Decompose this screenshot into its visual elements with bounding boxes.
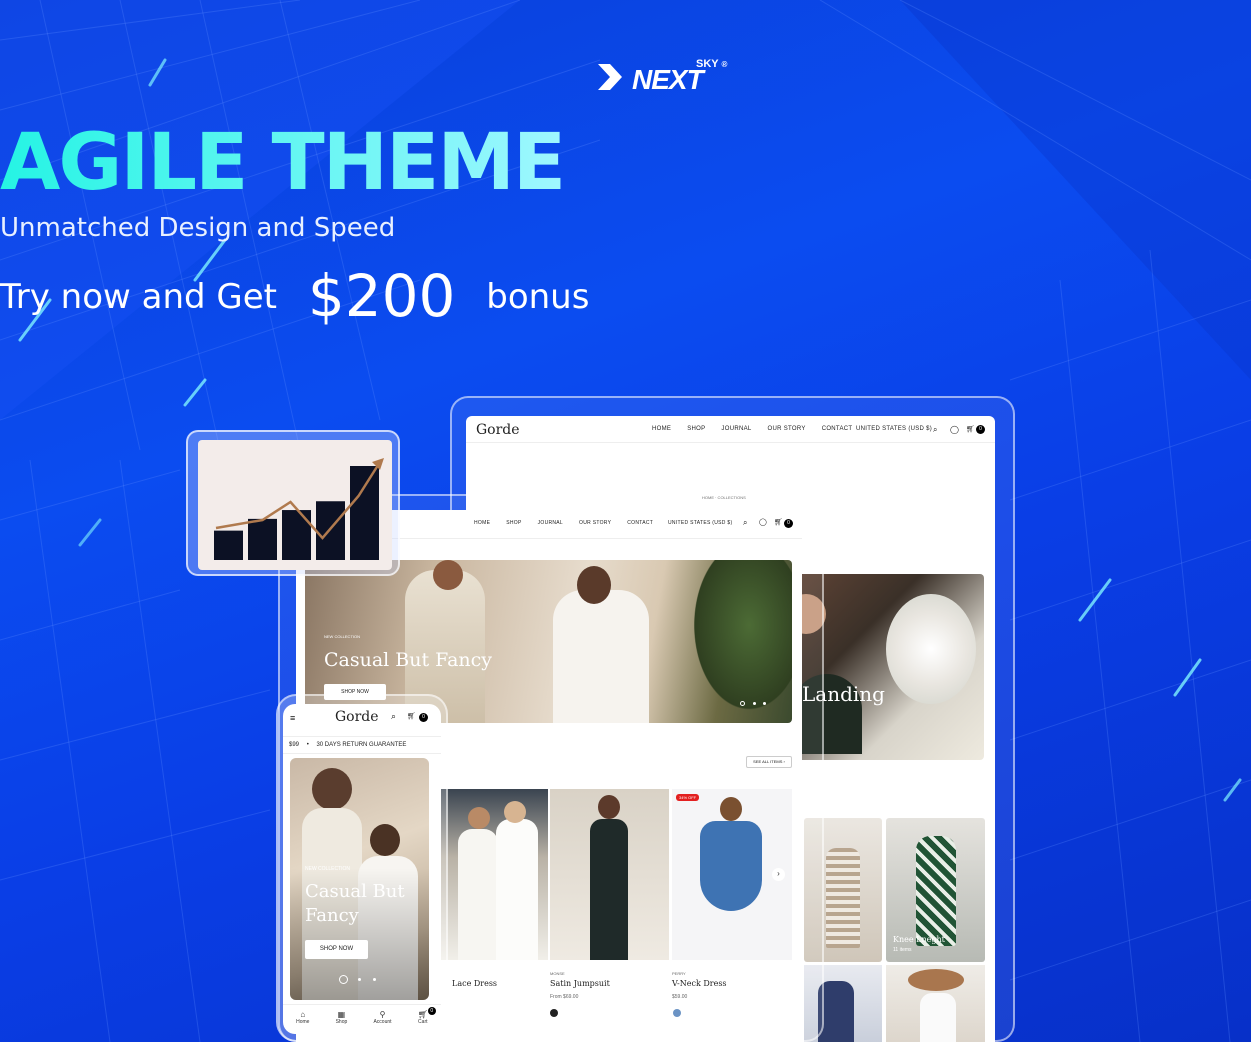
hero-offer: Try now and Get $200 bonus: [0, 262, 1251, 330]
nav-our-story[interactable]: OUR STORY: [768, 426, 806, 432]
product-name-v-neck-dress[interactable]: V-Neck Dress: [672, 979, 727, 988]
slider-dot-3[interactable]: [763, 702, 766, 705]
collection-tile-knee-length[interactable]: Knee Lneght 11 items: [886, 818, 985, 962]
collection-count: 11 items: [893, 947, 912, 953]
product-image-satin-jumpsuit[interactable]: [550, 789, 669, 960]
next-sky-logo: NEXT SKY ®: [596, 58, 746, 98]
product-price: $59.00: [672, 994, 688, 1000]
currency-selector[interactable]: UNITED STATES (USD $): [856, 426, 932, 432]
growth-chart-card: [186, 430, 400, 576]
hero-title: AGILE THEME: [0, 118, 1251, 208]
nav-home[interactable]: HOME: [474, 520, 490, 526]
mobile-hero-image: [290, 758, 429, 1000]
tab-account[interactable]: ⚲ Account: [373, 1005, 391, 1034]
see-all-items-button[interactable]: SEE ALL ITEMS ›: [746, 756, 792, 768]
slider-dot-2[interactable]: [358, 978, 361, 981]
hero-eyebrow: NEW COLLECTION: [324, 634, 361, 639]
chart-bar: [282, 510, 311, 560]
tab-home[interactable]: ⌂ Home: [296, 1005, 309, 1034]
chart-bar: [248, 518, 277, 560]
logo-sky-text: SKY ®: [696, 58, 728, 70]
search-icon[interactable]: ⌕: [933, 425, 937, 435]
cart-icon[interactable]: 🛒︎: [407, 712, 416, 720]
offer-amount: $200: [307, 262, 456, 330]
color-swatch[interactable]: [673, 1009, 681, 1017]
slider-dot-3[interactable]: [373, 978, 376, 981]
cart-icon[interactable]: 🛒︎: [966, 425, 975, 433]
cart-icon[interactable]: 🛒︎: [774, 518, 783, 526]
hero-subtitle: Unmatched Design and Speed: [0, 213, 396, 243]
mobile-store-logo[interactable]: Gorde: [335, 709, 379, 725]
header-divider: [466, 442, 995, 443]
product-image-lace-dress[interactable]: [438, 789, 548, 960]
offer-suffix: bonus: [486, 277, 590, 317]
account-icon[interactable]: ◯: [759, 518, 767, 526]
product-vendor: MONSE: [550, 971, 565, 976]
chart-bar: [214, 530, 243, 560]
carousel-next-arrow-icon[interactable]: ›: [772, 868, 785, 881]
logo-wordmark: NEXT: [632, 64, 704, 95]
nav-journal[interactable]: JOURNAL: [538, 520, 563, 526]
user-icon: ⚲: [379, 1010, 386, 1019]
cart-icon: 🛒︎: [417, 1010, 428, 1019]
product-vendor: PERRY: [672, 971, 686, 976]
nav-contact[interactable]: CONTACT: [822, 426, 853, 432]
slider-dot-2[interactable]: [753, 702, 756, 705]
color-swatch[interactable]: [550, 1009, 558, 1017]
search-icon[interactable]: ⌕: [743, 518, 747, 528]
cart-count-badge: 0: [784, 519, 793, 528]
slider-dot-1[interactable]: [740, 701, 745, 706]
cart-count-badge: 0: [976, 425, 985, 434]
chart-bar: [350, 466, 379, 560]
mobile-screen: ≡ Gorde ⌕ 🛒︎ 0 $99 • 30 DAYS RETURN GUAR…: [283, 704, 441, 1034]
chevron-logo-icon: [598, 64, 622, 90]
growth-chart-panel: [198, 440, 392, 570]
nav-contact[interactable]: CONTACT: [627, 520, 653, 526]
nav-shop[interactable]: SHOP: [687, 426, 705, 432]
hamburger-menu-icon[interactable]: ≡: [290, 713, 295, 723]
nav-journal[interactable]: JOURNAL: [721, 426, 751, 432]
hero-title: Casual But Fancy: [324, 649, 493, 671]
mobile-shop-now-button[interactable]: SHOP NOW: [305, 940, 368, 959]
announcement-ticker: $99 • 30 DAYS RETURN GUARANTEE: [283, 736, 441, 754]
product-name-lace-dress[interactable]: Lace Dress: [452, 979, 497, 988]
ticker-text: 30 DAYS RETURN GUARANTEE: [316, 742, 407, 748]
ticker-price: $99: [289, 742, 300, 748]
cart-count-badge: 0: [419, 713, 428, 722]
nav-our-story[interactable]: OUR STORY: [579, 520, 611, 526]
mobile-hero-eyebrow: NEW COLLECTION: [305, 866, 351, 872]
cart-count-badge: 0: [427, 1007, 436, 1015]
currency-selector[interactable]: UNITED STATES (USD $): [668, 520, 732, 526]
store-logo[interactable]: Gorde: [476, 422, 520, 438]
growth-chart: [214, 458, 384, 560]
nav-home[interactable]: HOME: [652, 426, 671, 432]
tab-cart[interactable]: 🛒︎ Cart 0: [417, 1005, 436, 1034]
search-icon[interactable]: ⌕: [391, 711, 396, 722]
front-main-nav: HOME SHOP JOURNAL OUR STORY CONTACT: [474, 520, 669, 526]
tab-shop[interactable]: ▦ Shop: [336, 1005, 348, 1034]
product-price: From $69.00: [550, 994, 579, 1000]
account-icon[interactable]: ◯: [950, 425, 959, 434]
discount-badge: 34% OFF: [676, 794, 700, 801]
product-name-satin-jumpsuit[interactable]: Satin Jumpsuit: [550, 979, 610, 988]
nav-shop[interactable]: SHOP: [506, 520, 521, 526]
collection-label: Knee Lneght: [893, 935, 945, 944]
mobile-hero-title: Casual But Fancy: [305, 881, 405, 926]
chart-bar: [316, 501, 345, 560]
mobile-tab-bar: ⌂ Home ▦ Shop ⚲ Account 🛒︎ Cart 0: [283, 1004, 441, 1034]
home-icon: ⌂: [300, 1010, 306, 1019]
grid-icon: ▦: [337, 1010, 346, 1019]
slider-dot-1[interactable]: [339, 975, 348, 984]
offer-prefix: Try now and Get: [0, 277, 278, 317]
collection-tile-white[interactable]: [886, 965, 985, 1042]
back-main-nav: HOME SHOP JOURNAL OUR STORY CONTACT: [652, 426, 868, 432]
